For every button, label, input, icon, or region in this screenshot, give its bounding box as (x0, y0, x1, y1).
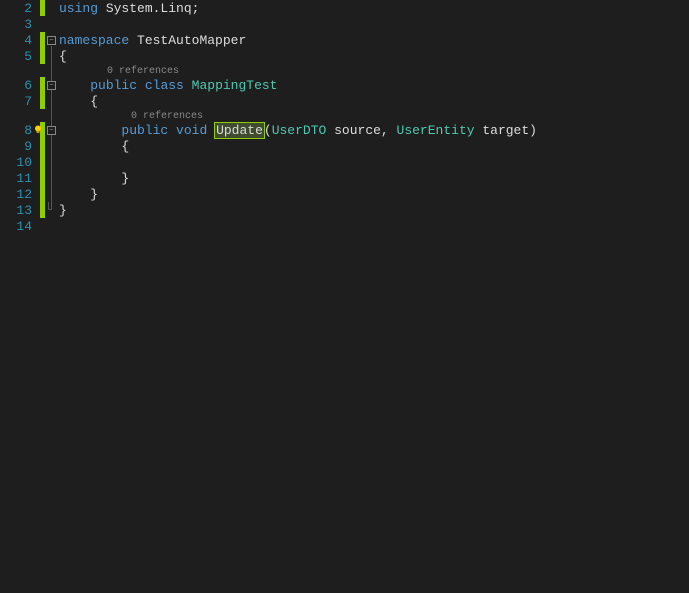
line-number: 10 (0, 155, 40, 171)
code-line[interactable]: using System.Linq; (59, 1, 689, 17)
code-line[interactable]: } (59, 187, 689, 203)
fold-toggle[interactable]: − (47, 126, 56, 135)
line-number: 4 (0, 33, 40, 49)
line-number: 9 (0, 139, 40, 155)
fold-toggle[interactable]: − (47, 81, 56, 90)
code-line[interactable] (59, 155, 689, 171)
code-line[interactable]: public class MappingTest (59, 78, 689, 94)
codelens-references[interactable]: 0 references (59, 65, 689, 78)
line-number: 13 (0, 203, 40, 219)
code-line[interactable]: namespace TestAutoMapper (59, 33, 689, 49)
line-number: 5 (0, 49, 40, 65)
code-line[interactable]: } (59, 171, 689, 187)
codelens-references[interactable]: 0 references (59, 110, 689, 123)
code-editor[interactable]: using System.Linq; namespace TestAutoMap… (59, 0, 689, 593)
line-number: 8 (0, 123, 40, 139)
code-line[interactable]: { (59, 94, 689, 110)
line-number: 11 (0, 171, 40, 187)
code-line[interactable]: } (59, 203, 689, 219)
fold-toggle[interactable]: − (47, 36, 56, 45)
line-number: 6 (0, 78, 40, 94)
selected-identifier[interactable]: Update (214, 122, 265, 139)
line-number: 14 (0, 219, 40, 235)
line-number-gutter: 2 3 4 5 6 7 8 9 10 11 12 13 14 (0, 0, 40, 593)
code-line[interactable]: public void Update(UserDTO source, UserE… (59, 123, 689, 139)
lightbulb-icon[interactable] (32, 124, 44, 136)
code-line[interactable] (59, 17, 689, 33)
code-folding-column: − − − (45, 0, 59, 593)
line-number: 7 (0, 94, 40, 110)
code-line[interactable] (59, 219, 689, 235)
line-number: 3 (0, 17, 40, 33)
line-number: 2 (0, 1, 40, 17)
code-line[interactable]: { (59, 139, 689, 155)
line-number: 12 (0, 187, 40, 203)
code-line[interactable]: { (59, 49, 689, 65)
